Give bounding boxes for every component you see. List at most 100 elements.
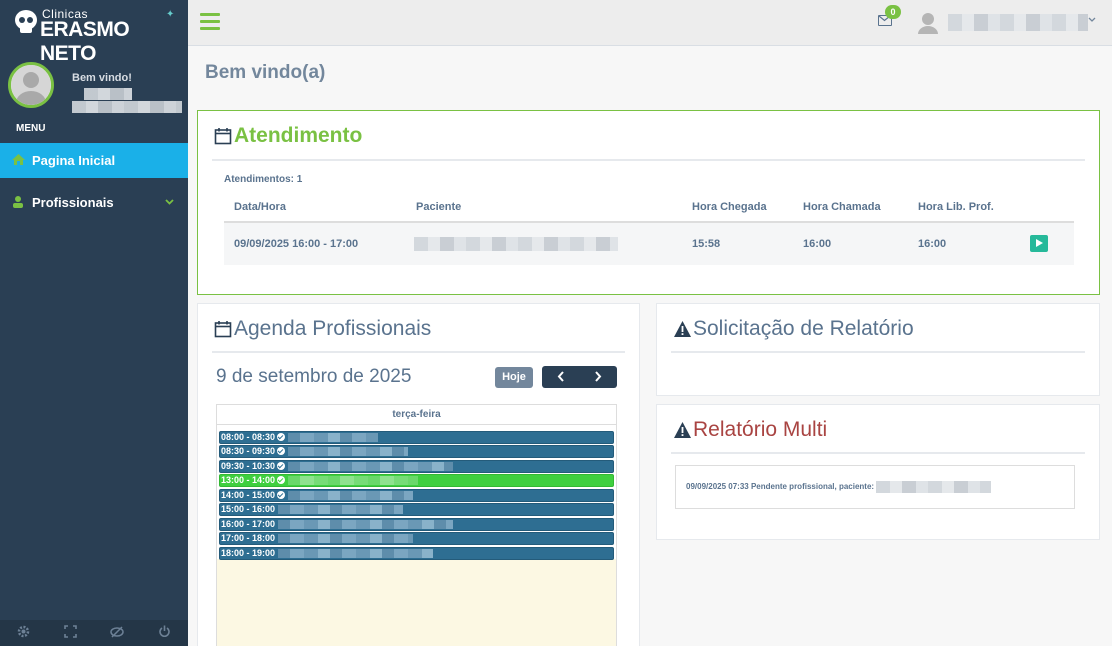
calendar-icon [214, 321, 232, 338]
menu-heading: MENU [16, 123, 46, 134]
check-circle-icon [277, 433, 286, 441]
calendar-event[interactable]: 15:00 - 16:00 [219, 503, 614, 517]
menu-toggle-icon[interactable] [200, 13, 220, 30]
solicitacao-title-wrap: Solicitação de Relatório [673, 317, 914, 341]
event-time: 08:00 - 08:30 [221, 432, 276, 442]
event-time: 09:30 - 10:30 [221, 460, 276, 471]
check-circle-icon [277, 476, 286, 485]
clinic-logo[interactable]: Clinicas ERASMO NETO ✦ [12, 6, 182, 65]
calendar-event[interactable]: 18:00 - 19:00 [219, 546, 614, 560]
relatorio-panel: Relatório Multi 09/09/2025 07:33 Pendent… [656, 404, 1100, 540]
calendar-event[interactable]: 14:00 - 15:00 [219, 488, 614, 502]
event-time: 16:00 - 17:00 [221, 518, 276, 529]
sidebar-item-label: Pagina Inicial [32, 153, 116, 168]
sidebar: Clinicas ERASMO NETO ✦ Bem vindo! MENU P… [0, 0, 188, 646]
calendar-day-view: terça-feira 08:00 - 08:30 08:30 - 09:30 09… [216, 404, 617, 646]
avatar [8, 62, 54, 108]
calendar-event[interactable]: 16:00 - 17:00 [219, 517, 614, 531]
calendar-current-date: 9 de setembro de 2025 [216, 366, 412, 387]
start-attendance-button[interactable] [1030, 235, 1048, 252]
agenda-panel: Agenda Profissionais 9 de setembro de 20… [197, 303, 640, 646]
sidebar-footer [0, 620, 188, 646]
notification-badge: 0 [885, 5, 901, 19]
redacted-patient-name [278, 519, 453, 529]
skull-logo-icon [15, 10, 37, 33]
chevron-down-icon [165, 197, 174, 208]
fullscreen-icon[interactable] [63, 625, 77, 641]
cell-hora-chamada: 16:00 [803, 238, 832, 250]
warning-icon [674, 321, 691, 337]
event-time: 14:00 - 15:00 [221, 489, 276, 500]
calendar-events: 08:00 - 08:30 08:30 - 09:30 09:30 - 10:30 1… [217, 425, 616, 560]
sidebar-item-pagina-inicial[interactable]: Pagina Inicial [0, 143, 188, 178]
check-circle-icon [277, 447, 286, 456]
logo-accent-icon: ✦ [166, 9, 175, 20]
redacted-user-menu[interactable] [948, 14, 1088, 31]
calendar-next-button[interactable] [579, 366, 617, 388]
calendar-prev-button[interactable] [542, 366, 580, 388]
user-avatar-icon[interactable] [918, 12, 938, 42]
column-header: Hora Lib. Prof. [918, 201, 994, 213]
atendimento-title: Atendimento [234, 124, 363, 147]
redacted-patient-name [278, 505, 403, 515]
cell-hora-chegada: 15:58 [692, 238, 721, 250]
table-row: 09/09/2025 16:00 - 17:00 15:58 16:00 16:… [224, 223, 1074, 265]
cell-data-hora: 09/09/2025 16:00 - 17:00 [234, 238, 359, 250]
today-button[interactable]: Hoje [495, 367, 533, 388]
chevron-down-icon[interactable] [1088, 14, 1096, 24]
column-header: Hora Chamada [803, 201, 881, 213]
solicitacao-panel: Solicitação de Relatório [656, 303, 1100, 396]
column-header: Paciente [416, 201, 462, 213]
relatorio-title: Relatório Multi [693, 418, 828, 441]
relatorio-entry[interactable]: 09/09/2025 07:33 Pendente profissional, … [675, 465, 1075, 509]
atendimento-table: Data/Hora Paciente Hora Chegada Hora Cha… [224, 193, 1074, 265]
users-icon [12, 195, 26, 211]
welcome-text: Bem vindo! [72, 72, 132, 84]
redacted-patient-name [288, 433, 378, 442]
check-circle-icon [277, 461, 286, 470]
gear-icon[interactable] [17, 625, 30, 641]
event-time: 13:00 - 14:00 [221, 475, 276, 486]
calendar-weekday-header: terça-feira [217, 405, 616, 425]
calendar-icon [214, 128, 232, 145]
event-time: 18:00 - 19:00 [221, 547, 276, 558]
relatorio-entry-text: 09/09/2025 07:33 Pendente profissional, … [686, 482, 875, 491]
home-icon [12, 153, 26, 168]
calendar-event[interactable]: 09:30 - 10:30 [219, 459, 614, 473]
redacted-patient-name [278, 534, 413, 544]
redacted-patient-name [288, 461, 453, 471]
warning-icon [674, 422, 691, 438]
power-icon[interactable] [158, 625, 171, 641]
column-header: Data/Hora [234, 201, 286, 213]
cell-hora-lib: 16:00 [918, 238, 947, 250]
relatorio-title-wrap: Relatório Multi [673, 418, 827, 442]
event-time: 08:30 - 09:30 [221, 446, 276, 457]
redacted-patient-name [876, 481, 991, 493]
calendar-event[interactable]: 08:30 - 09:30 [219, 445, 614, 459]
redacted-username [72, 88, 182, 114]
redacted-patient-name [288, 490, 413, 500]
column-header: Hora Chegada [692, 201, 767, 213]
agenda-title-wrap: Agenda Profissionais [214, 317, 431, 341]
agenda-title: Agenda Profissionais [234, 317, 432, 340]
redacted-patient-name [414, 237, 618, 251]
redacted-patient-name [288, 476, 418, 486]
calendar-event[interactable]: 17:00 - 18:00 [219, 532, 614, 546]
calendar-event[interactable]: 13:00 - 14:00 [219, 474, 614, 488]
user-silhouette-icon [11, 65, 51, 105]
check-circle-icon [277, 490, 286, 499]
eye-slash-icon[interactable] [110, 625, 125, 641]
sidebar-item-label: Profissionais [32, 195, 114, 210]
redacted-patient-name [288, 447, 408, 457]
sidebar-item-profissionais[interactable]: Profissionais [0, 185, 188, 220]
event-time: 17:00 - 18:00 [221, 533, 276, 544]
event-time: 15:00 - 16:00 [221, 504, 276, 515]
atendimento-count: Atendimentos: 1 [224, 174, 303, 185]
page-title: Bem vindo(a) [205, 62, 326, 83]
top-navbar: 0 [188, 0, 1112, 46]
calendar-event[interactable]: 08:00 - 08:30 [219, 431, 614, 444]
solicitacao-title: Solicitação de Relatório [693, 317, 914, 340]
table-header: Data/Hora Paciente Hora Chegada Hora Cha… [224, 193, 1074, 223]
logo-title: ERASMO NETO [40, 18, 130, 65]
atendimento-title-wrap: Atendimento [214, 124, 362, 148]
